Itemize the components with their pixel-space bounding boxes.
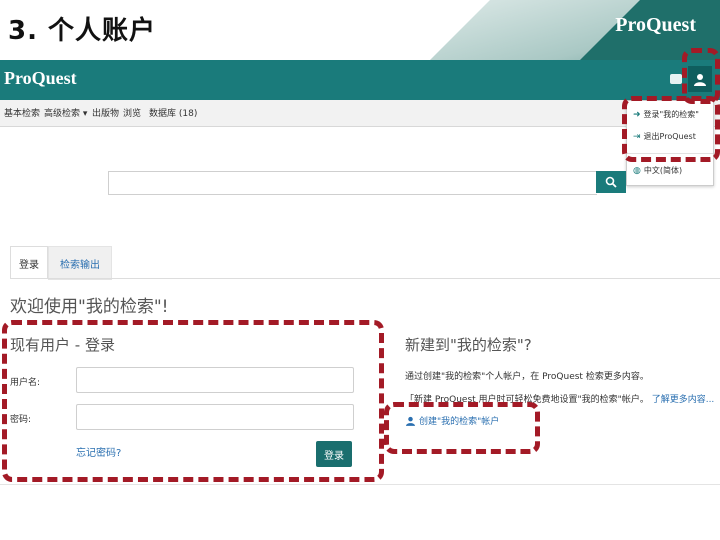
learn-more-link[interactable]: 了解更多内容... xyxy=(652,395,715,405)
register-description: 通过创建"我的检索"个人帐户，在 ProQuest 检索更多内容。 xyxy=(405,372,649,382)
tab-login[interactable]: 登录 xyxy=(10,246,48,279)
brand-logo[interactable]: ProQuest xyxy=(4,68,77,89)
nav-publications[interactable]: 出版物 xyxy=(92,106,119,119)
search-input[interactable] xyxy=(108,171,597,195)
login-icon: ➜ xyxy=(633,109,641,120)
menu-item-language[interactable]: ◍ 中文(简体) xyxy=(633,165,682,176)
login-button[interactable]: 登录 xyxy=(316,441,352,467)
menu-divider xyxy=(627,153,713,154)
proquest-logo: ProQuest xyxy=(615,14,696,36)
folder-icon[interactable] xyxy=(670,74,682,84)
user-icon xyxy=(694,73,706,86)
search-button[interactable] xyxy=(596,171,626,193)
highlight-create-account xyxy=(384,402,540,454)
menu-item-login[interactable]: ➜ 登录"我的检索" xyxy=(633,109,699,120)
search-icon xyxy=(605,176,617,188)
create-account-link[interactable]: 创建"我的检索"帐户 xyxy=(406,414,499,427)
nav-databases[interactable]: 数据库 (18) xyxy=(149,106,197,119)
nav-advanced-search[interactable]: 高级检索 ▾ xyxy=(44,106,87,119)
account-dropdown-menu: ➜ 登录"我的检索" ⇥ 退出ProQuest ◍ 中文(简体) xyxy=(626,100,714,186)
user-account-button[interactable] xyxy=(688,66,712,92)
globe-icon: ◍ xyxy=(633,165,641,176)
nav-browse[interactable]: 浏览 xyxy=(123,106,141,119)
slide-title: 3. 个人账户 xyxy=(8,16,157,46)
main-nav: 基本检索 高级检索 ▾ 出版物 浏览 数据库 (18) xyxy=(0,100,720,127)
tab-search-output[interactable]: 检索输出 xyxy=(48,246,112,280)
username-label: 用户名: xyxy=(10,378,41,388)
user-icon xyxy=(406,416,415,426)
forgot-password-link[interactable]: 忘记密码? xyxy=(76,444,121,459)
login-heading: 现有用户 - 登录 xyxy=(10,336,115,354)
password-label: 密码: xyxy=(10,415,32,425)
welcome-heading: 欢迎使用"我的检索"! xyxy=(10,297,169,317)
top-header-bar: ProQuest xyxy=(0,60,720,100)
password-field[interactable] xyxy=(76,404,354,430)
tab-divider xyxy=(10,278,720,279)
logout-icon: ⇥ xyxy=(633,131,641,142)
register-heading: 新建到"我的检索"? xyxy=(405,336,532,354)
username-field[interactable] xyxy=(76,367,354,393)
menu-item-logout[interactable]: ⇥ 退出ProQuest xyxy=(633,131,696,142)
nav-basic-search[interactable]: 基本检索 xyxy=(4,106,40,119)
footer-divider xyxy=(0,484,720,485)
register-note: 「新建 ProQuest 用户时可轻松免费地设置"我的检索"帐户。 了解更多内容… xyxy=(405,395,715,405)
